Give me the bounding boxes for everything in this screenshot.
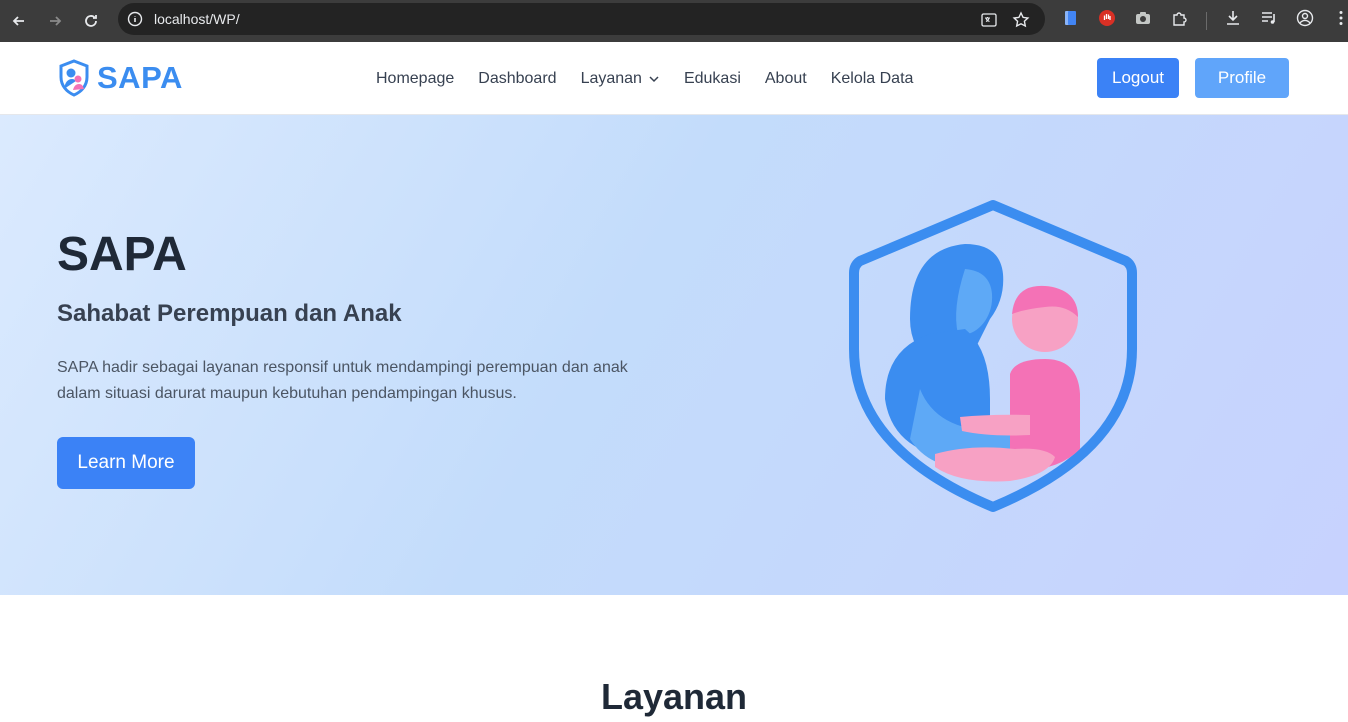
arrow-right-icon [50, 16, 62, 26]
download-icon[interactable] [1224, 9, 1242, 27]
toolbar-divider [1206, 12, 1207, 30]
arrow-left-icon [12, 16, 24, 26]
more-menu-icon[interactable] [1332, 9, 1348, 27]
hero-title: SAPA [57, 228, 187, 281]
hero-description: SAPA hadir sebagai layanan responsif unt… [57, 359, 628, 402]
profile-button[interactable]: Profile [1195, 58, 1289, 98]
address-bar[interactable]: localhost/WP/ [118, 3, 1045, 35]
browser-chrome: localhost/WP/ [0, 0, 1348, 42]
nav-layanan-dropdown[interactable]: Layanan [581, 69, 660, 89]
reload-button[interactable] [80, 10, 102, 32]
site-logo[interactable]: SAPA [57, 59, 183, 97]
services-title: Layanan [600, 676, 748, 717]
docs-extension-icon[interactable] [1062, 9, 1080, 27]
url-text[interactable]: localhost/WP/ [154, 11, 240, 27]
star-icon[interactable] [1012, 11, 1030, 29]
forward-button[interactable] [44, 10, 66, 32]
reload-icon [85, 15, 97, 27]
back-button[interactable] [8, 10, 30, 32]
camera-extension-icon[interactable] [1134, 9, 1152, 27]
shield-logo-icon [59, 59, 89, 97]
logout-button[interactable]: Logout [1097, 58, 1179, 98]
extensions-puzzle-icon[interactable] [1170, 9, 1188, 27]
nav-about[interactable]: About [765, 69, 807, 89]
mother-child-shield-icon [849, 200, 1137, 512]
media-queue-icon[interactable] [1260, 9, 1278, 27]
translate-icon[interactable] [980, 11, 998, 29]
site-header: SAPA Homepage Dashboard Layanan Edukasi … [0, 42, 1348, 115]
adblock-extension-icon[interactable] [1098, 9, 1116, 27]
chevron-down-icon [649, 76, 659, 83]
nav-layanan-label: Layanan [580, 70, 642, 87]
site-info-icon[interactable] [127, 11, 143, 27]
nav-dashboard[interactable]: Dashboard [478, 69, 556, 89]
hero-subtitle: Sahabat Perempuan dan Anak [57, 300, 402, 327]
nav-edukasi[interactable]: Edukasi [684, 69, 741, 89]
hero-section: SAPA Sahabat Perempuan dan Anak SAPA had… [0, 115, 1348, 595]
brand-name: SAPA [97, 60, 183, 95]
learn-more-button[interactable]: Learn More [57, 437, 195, 489]
nav-homepage[interactable]: Homepage [376, 69, 454, 89]
nav-kelola-data[interactable]: Kelola Data [831, 69, 914, 89]
main-nav: Homepage Dashboard Layanan Edukasi About… [376, 69, 937, 89]
account-icon[interactable] [1296, 9, 1314, 27]
